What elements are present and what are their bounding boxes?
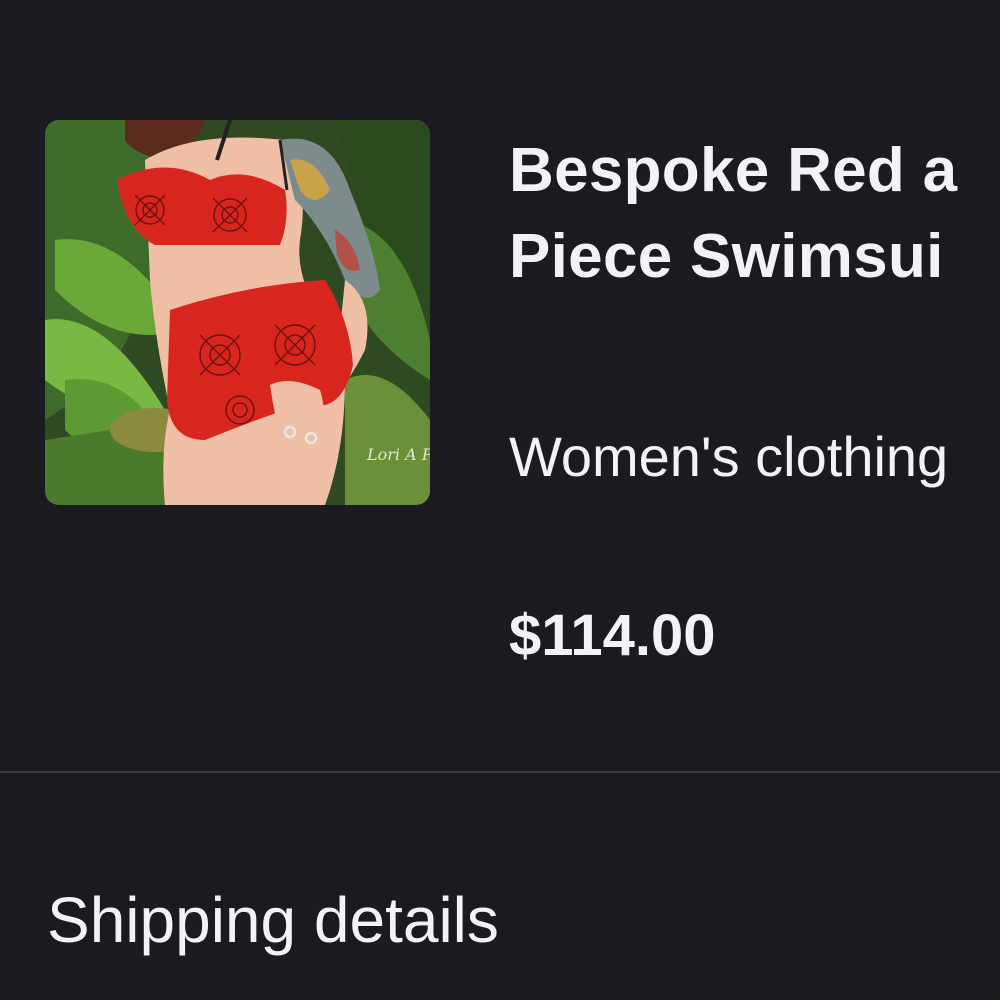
product-title-line1: Bespoke Red a [509, 136, 958, 205]
product-thumbnail[interactable]: Lori A Photography [45, 120, 430, 505]
shipping-details-label: Shipping details [47, 884, 499, 956]
product-card[interactable]: Lori A Photography Bespoke Red a Piece S… [0, 0, 1000, 771]
product-title[interactable]: Bespoke Red a Piece Swimsui [509, 128, 1000, 300]
product-price: $114.00 [509, 603, 716, 668]
product-category: Women's clothing [509, 425, 949, 488]
product-title-line2: Piece Swimsui [509, 222, 944, 291]
swimsuit-photo: Lori A Photography [45, 120, 430, 505]
watermark-text: Lori A Photography [366, 445, 430, 464]
